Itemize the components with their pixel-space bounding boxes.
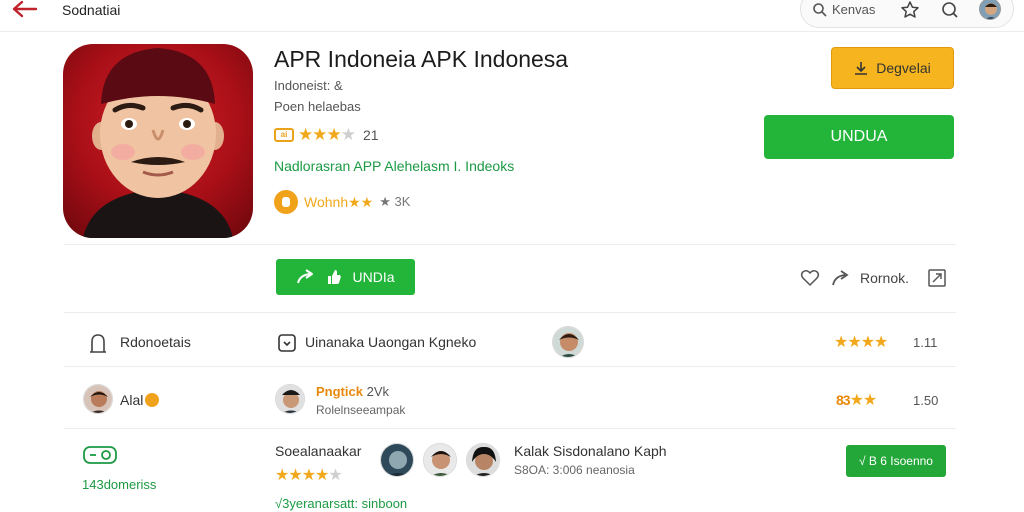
reviewer-avatar[interactable] [552, 326, 584, 358]
avatar-face-icon [467, 444, 499, 476]
reviewer-avatar[interactable] [275, 384, 305, 414]
developer-button-label: Degvelai [876, 60, 931, 76]
app-tagline: Nadlorasran APP Alehelasm I. Indeoks [274, 158, 515, 174]
row-number: 1.50 [913, 393, 939, 408]
row-label: Alal [120, 392, 160, 408]
install-button[interactable]: √ B 6 Isoenno [846, 445, 946, 477]
emoji-icon [145, 393, 160, 407]
flag-icon[interactable] [927, 268, 947, 288]
divider [64, 366, 956, 367]
bell-icon[interactable] [940, 0, 960, 20]
camera-icon [83, 446, 117, 464]
award-icon [274, 190, 298, 214]
developer-name[interactable]: Indoneist: [274, 78, 330, 93]
row-label: 143domeriss [82, 477, 157, 492]
reviewer-avatar[interactable] [380, 443, 414, 477]
row-footer: √3yeranarsatt: sinboon [275, 496, 408, 511]
rating-stars: ★★★★ [298, 125, 356, 144]
star-icon[interactable] [900, 0, 920, 20]
row-stars: 83★★ [836, 392, 877, 409]
download-icon [855, 62, 868, 75]
developer-badge: & [334, 78, 343, 93]
rating-value: 21 [362, 127, 379, 143]
app-icon [63, 44, 253, 238]
divider [64, 244, 956, 245]
developer-button[interactable]: Degvelai [831, 47, 954, 89]
divider [64, 312, 956, 313]
row-stars: ★★★★★ [275, 467, 343, 484]
avatar-face-icon [424, 444, 456, 476]
row-label: Rdonoetais [120, 334, 191, 350]
user-avatar[interactable] [83, 384, 113, 414]
avatar-face-icon [553, 327, 583, 357]
row-right-title[interactable]: Kalak Sisdonalano Kaph [514, 443, 667, 459]
row-stars: ★★★★ [834, 334, 888, 351]
row-number: 1.11 [913, 335, 938, 350]
reviewer-avatar[interactable] [423, 443, 457, 477]
row-title[interactable]: Pngtick 2Vk [316, 384, 389, 399]
share-icon[interactable] [830, 268, 850, 288]
row-subtitle: Rolelnseeampak [316, 403, 406, 417]
developer-line[interactable]: Indoneist: & [274, 78, 343, 93]
avatar-face-icon [84, 385, 112, 413]
rating-row: ai ★★★★ 21 [274, 125, 379, 144]
app-title: APR Indoneia APK Indonesa [274, 46, 569, 72]
chat-icon [278, 334, 296, 352]
download-secondary-label: UNDIa [352, 269, 395, 285]
reviewer-avatar[interactable] [466, 443, 500, 477]
user-icon [90, 334, 106, 353]
row-title[interactable]: Uinanaka Uaongan Kgneko [305, 334, 476, 350]
row-right-subtitle: S8OA: 3:006 neanosia [514, 463, 635, 477]
avatar-face-icon [381, 444, 413, 476]
app-portrait-icon [83, 48, 233, 238]
thumb-icon [328, 270, 342, 284]
action-links: Rornok. [800, 268, 947, 288]
download-button-secondary[interactable]: UNDIa [276, 259, 415, 295]
report-link[interactable]: Rornok. [860, 270, 909, 286]
download-button[interactable]: UNDUA [764, 115, 954, 159]
heart-icon[interactable] [800, 268, 820, 288]
site-name[interactable]: Sodnatiai [62, 2, 120, 18]
award-count: ★ 3K [379, 194, 411, 209]
award-row: Wohnh★★ ★ 3K [274, 190, 410, 214]
rating-badge: ai [274, 128, 294, 142]
search-placeholder[interactable]: Kenvas [832, 2, 875, 17]
row-title[interactable]: Soealanaakar [275, 443, 361, 459]
share-icon [297, 269, 314, 284]
back-arrow-icon[interactable] [10, 0, 38, 20]
search-icon[interactable] [812, 2, 828, 18]
top-bar: Sodnatiai Kenvas [0, 0, 1024, 32]
award-text: Wohnh★★ [304, 193, 374, 210]
divider [64, 428, 956, 429]
avatar-face-icon [276, 385, 304, 413]
app-subtitle: Poen helaebas [274, 99, 361, 114]
